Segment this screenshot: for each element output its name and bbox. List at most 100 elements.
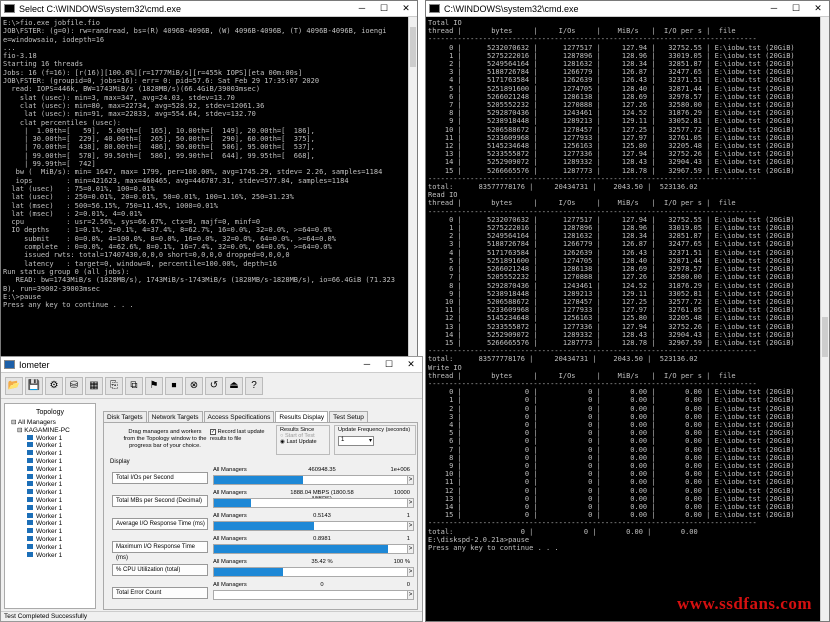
console-line: read: IOPS=446k, BW=1743MiB/s (1828MB/s)…	[3, 85, 261, 94]
tree-worker[interactable]: Worker 1	[11, 535, 95, 544]
stop-icon[interactable]: ⏹	[165, 376, 183, 395]
tree-worker[interactable]: Worker 1	[11, 457, 95, 466]
worker-icon	[27, 450, 33, 456]
console-line: 8 | 0 | 0 | 0.00 | 0.00 | E:\iobw.tst (2…	[428, 453, 795, 462]
metric-button[interactable]: Total MBs per Second (Decimal)	[112, 495, 208, 507]
console-line: thread | bytes | I/Os | MiB/s | I/O per …	[428, 371, 736, 380]
scale-button[interactable]: >	[407, 498, 414, 508]
stop-all-icon[interactable]: ⊗	[185, 376, 203, 395]
maximize-icon[interactable]: ☐	[373, 3, 395, 14]
console-line: 9 | 0 | 0 | 0.00 | 0.00 | E:\iobw.tst (2…	[428, 461, 795, 470]
close-icon[interactable]: ✕	[400, 359, 422, 370]
console-line: Press any key to continue . . .	[428, 544, 559, 552]
console-icon	[429, 4, 440, 13]
toolbar: 📂 💾 ⚙ ⛁ ▦ ⎘ ⧉ ⚑ ⏹ ⊗ ↺ ⏏?	[1, 373, 422, 399]
metric-button[interactable]: Average I/O Response Time (ms)	[112, 518, 208, 530]
cmd-window-diskspd[interactable]: C:\WINDOWS\system32\cmd.exe ─ ☐ ✕ Total IO…	[425, 0, 830, 622]
tree-worker[interactable]: Worker 1	[11, 543, 95, 552]
worker-label: Worker 1	[36, 457, 63, 465]
record-option[interactable]: ✓ Record last update results to file	[210, 429, 272, 442]
minimize-icon[interactable]: ─	[763, 3, 785, 14]
worker-label: Worker 1	[36, 528, 63, 536]
close-icon[interactable]: ✕	[395, 3, 417, 14]
tree-worker[interactable]: Worker 1	[11, 512, 95, 521]
copy-icon[interactable]: ⧉	[125, 376, 143, 395]
window-titlebar[interactable]: Select C:\WINDOWS\system32\cmd.exe ─ ☐ ✕	[1, 1, 417, 17]
metric-button[interactable]: Maximum I/O Response Time (ms)	[112, 541, 208, 561]
minimize-icon[interactable]: ─	[356, 359, 378, 370]
maximize-icon[interactable]: ☐	[378, 359, 400, 370]
start-disk-icon[interactable]: ⛁	[65, 376, 83, 395]
metric-progress-bar[interactable]	[213, 498, 409, 508]
console-line: 7 | 0 | 0 | 0.00 | 0.00 | E:\iobw.tst (2…	[428, 445, 795, 454]
console-line: iops : min=421623, max=460465, avg=44678…	[3, 176, 349, 185]
scale-button[interactable]: >	[407, 567, 414, 577]
metric-button[interactable]: Total I/Os per Second	[112, 472, 208, 484]
progress-fill	[214, 476, 304, 484]
topology-tree[interactable]: ⊟ All Managers ⊟ KAGAMINE-PC Worker 1 Wor…	[5, 419, 95, 559]
tree-worker[interactable]: Worker 1	[11, 450, 95, 458]
minimize-icon[interactable]: ─	[351, 3, 373, 14]
console-line: 6 | 5266021248 | 1286138 | 128.69 | 3297…	[428, 265, 795, 274]
tree-worker[interactable]: Worker 1	[11, 465, 95, 474]
worker-label: Worker 1	[36, 450, 63, 458]
tree-worker[interactable]: Worker 1	[11, 489, 95, 497]
console-line: total: 83577778176 | 20434731 | 2043.50 …	[428, 183, 698, 192]
metric-progress-bar[interactable]	[213, 475, 409, 485]
new-manager-icon[interactable]: ▦	[85, 376, 103, 395]
tree-root[interactable]: ⊟ All Managers	[11, 419, 95, 427]
console-line: 9 | 5238918448 | 1289213 | 129.11 | 3305…	[428, 289, 795, 298]
console-line: 2 | 0 | 0 | 0.00 | 0.00 | E:\iobw.tst (2…	[428, 404, 795, 413]
iometer-window[interactable]: Iometer ─ ☐ ✕ 📂 💾 ⚙ ⛁ ▦ ⎘ ⧉ ⚑ ⏹ ⊗ ↺ ⏏? Topology ⊟ All…	[0, 356, 423, 622]
save-icon[interactable]: 💾	[25, 376, 43, 395]
scrollbar[interactable]	[820, 17, 829, 621]
tree-worker[interactable]: Worker 1	[11, 520, 95, 528]
radio-last-update[interactable]: ◉ Last Update	[280, 439, 326, 445]
reset-icon[interactable]: ↺	[205, 376, 223, 395]
tree-worker[interactable]: Worker 1	[11, 551, 95, 560]
scale-button[interactable]: >	[407, 475, 414, 485]
update-frequency-value: 1	[341, 437, 345, 443]
start-icon[interactable]: ⚑	[145, 376, 163, 395]
metric-progress-bar[interactable]	[213, 544, 409, 554]
window-title: C:\WINDOWS\system32\cmd.exe	[444, 3, 579, 14]
tree-manager[interactable]: ⊟ KAGAMINE-PC	[11, 427, 95, 435]
metric-progress-bar[interactable]	[213, 590, 409, 600]
console-line: 4 | 5171763584 | 1262639 | 126.43 | 3237…	[428, 248, 795, 257]
scale-button[interactable]: >	[407, 544, 414, 554]
exit-icon[interactable]: ⏏	[225, 376, 243, 395]
metric-progress-bar[interactable]	[213, 567, 409, 577]
tree-worker[interactable]: Worker 1	[11, 496, 95, 505]
update-frequency-group: Update Frequency (seconds) 1 ▾	[334, 425, 416, 455]
tree-worker[interactable]: Worker 1	[11, 442, 95, 450]
worker-icon	[27, 473, 33, 479]
metric-value: 35.42 %	[311, 559, 333, 565]
tree-worker[interactable]: Worker 1	[11, 504, 95, 513]
tree-worker[interactable]: Worker 1	[11, 481, 95, 489]
console-line: Write IO	[428, 363, 462, 372]
chevron-down-icon: ▾	[368, 438, 372, 444]
manager-label: KAGAMINE-PC	[24, 426, 70, 434]
scale-button[interactable]: >	[407, 521, 414, 531]
results-panel: Drag managers and workers from the Topol…	[103, 422, 418, 610]
window-titlebar[interactable]: C:\WINDOWS\system32\cmd.exe ─ ☐ ✕	[426, 1, 829, 17]
tree-worker[interactable]: Worker 1	[11, 434, 95, 443]
network-icon[interactable]: ⎘	[105, 376, 123, 395]
start-worker-icon[interactable]: ⚙	[45, 376, 63, 395]
record-checkbox[interactable]: ✓	[210, 429, 216, 435]
metric-progress-bar[interactable]	[213, 521, 409, 531]
help-icon[interactable]: ?	[245, 376, 263, 395]
worker-icon	[27, 457, 33, 463]
tree-worker[interactable]: Worker 1	[11, 528, 95, 536]
metric-button[interactable]: % CPU Utilization (total)	[112, 564, 208, 576]
tree-worker[interactable]: Worker 1	[11, 473, 95, 482]
cmd-window-fio[interactable]: Select C:\WINDOWS\system32\cmd.exe ─ ☐ ✕ E…	[0, 0, 418, 362]
maximize-icon[interactable]: ☐	[785, 3, 807, 14]
scrollbar[interactable]	[408, 17, 417, 361]
metric-button[interactable]: Total Error Count	[112, 587, 208, 599]
close-icon[interactable]: ✕	[807, 3, 829, 14]
window-titlebar[interactable]: Iometer ─ ☐ ✕	[1, 357, 422, 373]
update-frequency-select[interactable]: 1 ▾	[338, 436, 374, 446]
open-icon[interactable]: 📂	[5, 376, 23, 395]
scale-button[interactable]: >	[407, 590, 414, 600]
